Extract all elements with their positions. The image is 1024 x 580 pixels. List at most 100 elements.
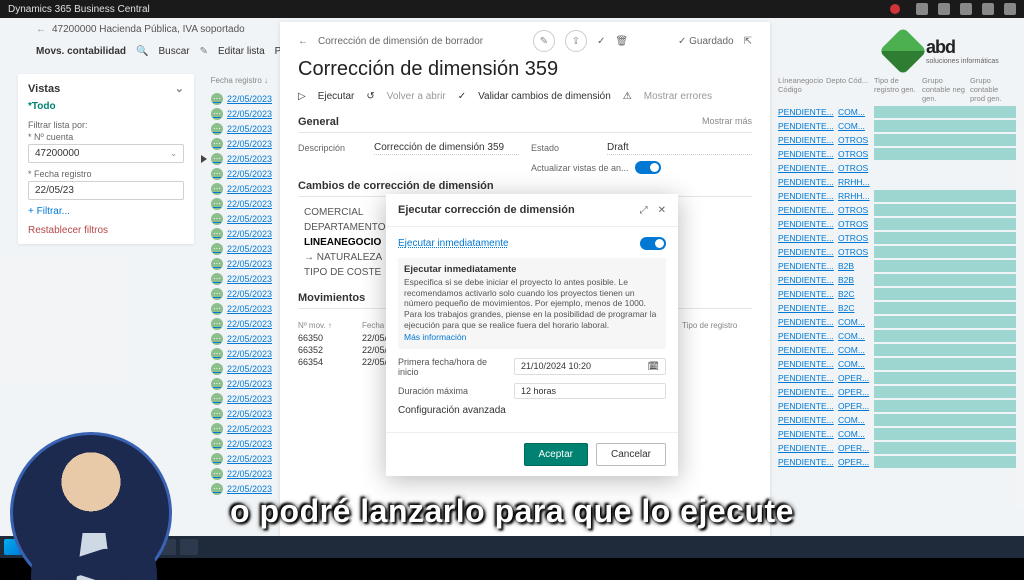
right-row[interactable]: PENDIENTE...OTROS — [778, 203, 1016, 217]
right-col-header[interactable]: Grupo contable neg gen. — [922, 76, 966, 103]
right-row[interactable]: PENDIENTE...COM... — [778, 329, 1016, 343]
status-row[interactable]: ⋯22/05/2023 — [204, 436, 272, 451]
right-row[interactable]: PENDIENTE...RRHH... — [778, 189, 1016, 203]
right-row[interactable]: PENDIENTE...COM... — [778, 427, 1016, 441]
right-row[interactable]: PENDIENTE...RRHH... — [778, 175, 1016, 189]
status-row[interactable]: ⋯22/05/2023 — [204, 136, 272, 151]
right-row[interactable]: PENDIENTE...OTROS — [778, 133, 1016, 147]
status-row[interactable]: ⋯22/05/2023 — [204, 316, 272, 331]
cancel-button[interactable]: Cancelar — [596, 443, 666, 466]
status-row[interactable]: ⋯22/05/2023 — [204, 286, 272, 301]
help-icon[interactable] — [938, 3, 950, 15]
app-icon-6[interactable] — [180, 539, 198, 555]
accept-button[interactable]: Aceptar — [524, 443, 588, 466]
status-row[interactable]: ⋯22/05/2023 — [204, 331, 272, 346]
right-row[interactable]: PENDIENTE...OPER... — [778, 455, 1016, 469]
maximize-icon[interactable] — [982, 3, 994, 15]
add-filter-link[interactable]: + Filtrar... — [28, 206, 184, 217]
status-header[interactable]: Fecha registro ↓ — [204, 76, 272, 85]
right-row[interactable]: PENDIENTE...COM... — [778, 105, 1016, 119]
notification-badge[interactable] — [890, 4, 900, 14]
right-col-header[interactable]: Líneanegocio Código — [778, 76, 822, 103]
status-row[interactable]: ⋯22/05/2023 — [204, 91, 272, 106]
right-row[interactable]: PENDIENTE...OPER... — [778, 385, 1016, 399]
account-input[interactable]: 47200000⌄ — [28, 144, 184, 163]
view-all[interactable]: *Todo — [28, 101, 184, 112]
right-row[interactable]: PENDIENTE...OTROS — [778, 217, 1016, 231]
status-row[interactable]: ⋯22/05/2023 — [204, 346, 272, 361]
right-col-header[interactable]: Tipo de registro gen. — [874, 76, 918, 103]
status-row[interactable]: ⋯22/05/2023 — [204, 241, 272, 256]
more-info-link[interactable]: Más información — [404, 332, 660, 343]
reset-filters-link[interactable]: Restablecer filtros — [28, 225, 184, 236]
calendar-icon[interactable]: 🗓 — [648, 361, 659, 372]
status-row[interactable]: ⋯22/05/2023 — [204, 376, 272, 391]
right-row[interactable]: PENDIENTE...COM... — [778, 119, 1016, 133]
edit-list-action[interactable]: Editar lista — [218, 46, 265, 57]
mov-col-header[interactable]: Tipo de registro gen. — [682, 321, 740, 330]
trash-icon[interactable]: 🗑 — [615, 36, 628, 47]
back-icon[interactable]: ← — [36, 24, 46, 35]
right-row[interactable]: PENDIENTE...B2B — [778, 259, 1016, 273]
status-row[interactable]: ⋯22/05/2023 — [204, 301, 272, 316]
right-row[interactable]: PENDIENTE...COM... — [778, 343, 1016, 357]
settings-icon[interactable] — [916, 3, 928, 15]
dropdown-icon[interactable]: ⌄ — [170, 149, 177, 158]
right-row[interactable]: PENDIENTE...OTROS — [778, 231, 1016, 245]
right-row[interactable]: PENDIENTE...COM... — [778, 357, 1016, 371]
edit-icon[interactable]: ✎ — [200, 46, 208, 57]
run-immediately-label[interactable]: Ejecutar inmediatamente — [398, 238, 509, 249]
show-more-link[interactable]: Mostrar más — [702, 116, 752, 128]
duration-field[interactable]: 12 horas — [514, 383, 666, 399]
advanced-config[interactable]: Configuración avanzada — [398, 405, 666, 416]
status-row[interactable]: ⋯22/05/2023 — [204, 256, 272, 271]
status-row[interactable]: ⋯22/05/2023 — [204, 361, 272, 376]
right-row[interactable]: PENDIENTE...OTROS — [778, 161, 1016, 175]
run-action[interactable]: Ejecutar — [318, 91, 355, 102]
status-row[interactable]: ⋯22/05/2023 — [204, 151, 272, 166]
minimize-icon[interactable] — [960, 3, 972, 15]
right-col-header[interactable]: Grupo contable prod gen. — [970, 76, 1014, 103]
edit-circle-icon[interactable]: ✎ — [533, 30, 555, 52]
right-col-header[interactable]: Depto Cód... — [826, 76, 870, 103]
status-row[interactable]: ⋯22/05/2023 — [204, 391, 272, 406]
mov-col-header[interactable]: Nº mov. ↑ — [298, 321, 356, 330]
close-icon[interactable]: ✕ — [658, 205, 666, 216]
right-row[interactable]: PENDIENTE...B2C — [778, 301, 1016, 315]
status-row[interactable]: ⋯22/05/2023 — [204, 196, 272, 211]
status-row[interactable]: ⋯22/05/2023 — [204, 466, 272, 481]
right-row[interactable]: PENDIENTE...OTROS — [778, 245, 1016, 259]
status-row[interactable]: ⋯22/05/2023 — [204, 166, 272, 181]
status-row[interactable]: ⋯22/05/2023 — [204, 226, 272, 241]
restore-action[interactable]: Volver a abrir — [387, 91, 446, 102]
right-row[interactable]: PENDIENTE...OPER... — [778, 441, 1016, 455]
validate-action[interactable]: Validar cambios de dimensión — [478, 91, 611, 102]
right-row[interactable]: PENDIENTE...COM... — [778, 413, 1016, 427]
status-row[interactable]: ⋯22/05/2023 — [204, 121, 272, 136]
right-row[interactable]: PENDIENTE...COM... — [778, 315, 1016, 329]
update-views-toggle[interactable] — [635, 161, 661, 174]
status-row[interactable]: ⋯22/05/2023 — [204, 406, 272, 421]
date-input[interactable]: 22/05/23 — [28, 181, 184, 200]
right-row[interactable]: PENDIENTE...B2C — [778, 287, 1016, 301]
status-row[interactable]: ⋯22/05/2023 — [204, 211, 272, 226]
popout-icon[interactable]: ⇱ — [744, 36, 752, 47]
status-row[interactable]: ⋯22/05/2023 — [204, 181, 272, 196]
search-icon[interactable]: 🔍 — [136, 46, 148, 57]
start-field[interactable]: 21/10/2024 10:20🗓 — [514, 358, 666, 375]
status-row[interactable]: ⋯22/05/2023 — [204, 106, 272, 121]
status-row[interactable]: ⋯22/05/2023 — [204, 421, 272, 436]
right-row[interactable]: PENDIENTE...OPER... — [778, 399, 1016, 413]
desc-value[interactable]: Corrección de dimensión 359 — [374, 141, 519, 155]
chevron-down-icon[interactable]: ⌄ — [175, 82, 184, 95]
search-action[interactable]: Buscar — [158, 46, 189, 57]
back-icon[interactable]: ← — [298, 36, 308, 47]
right-row[interactable]: PENDIENTE...OPER... — [778, 371, 1016, 385]
expand-icon[interactable]: ⤢ — [640, 205, 648, 216]
status-row[interactable]: ⋯22/05/2023 — [204, 451, 272, 466]
right-row[interactable]: PENDIENTE...B2B — [778, 273, 1016, 287]
status-row[interactable]: ⋯22/05/2023 — [204, 271, 272, 286]
run-immediately-toggle[interactable] — [640, 237, 666, 250]
close-icon[interactable] — [1004, 3, 1016, 15]
share-circle-icon[interactable]: ⇪ — [565, 30, 587, 52]
